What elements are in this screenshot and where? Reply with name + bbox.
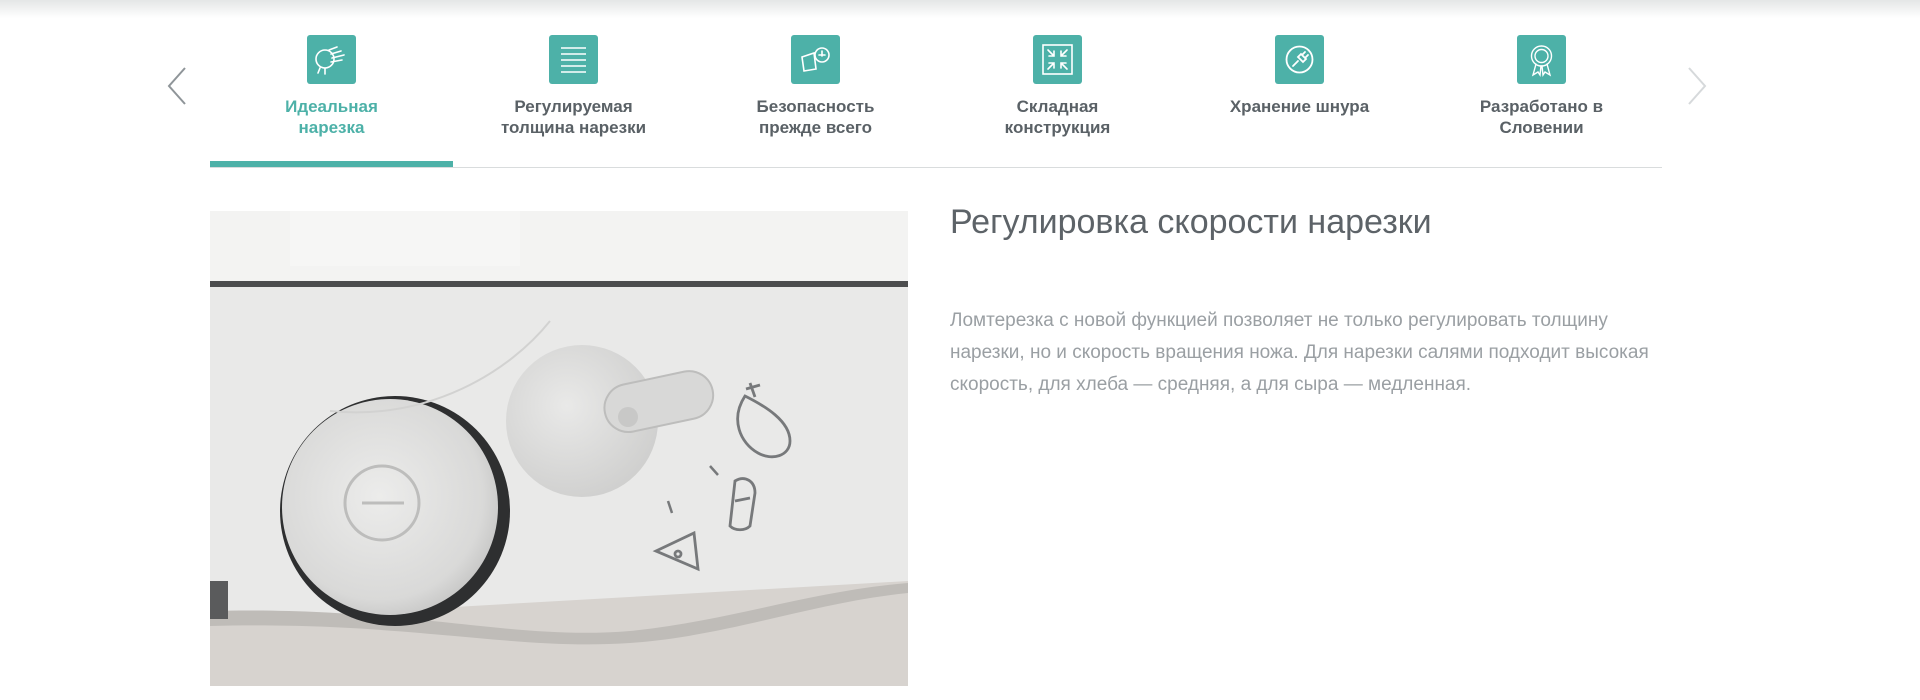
tab-foldable[interactable]: Складная конструкция — [936, 0, 1178, 168]
feature-tabs: Идеальная нарезка Регулируемая толщина н… — [210, 0, 1662, 168]
tabs-divider — [210, 167, 1662, 168]
tab-label: Разработано в Словении — [1479, 97, 1604, 137]
fold-icon — [1033, 35, 1082, 84]
carousel-next-button[interactable] — [1686, 66, 1708, 106]
tab-label: Идеальная нарезка — [285, 97, 378, 137]
tab-label: Безопасность прежде всего — [756, 97, 875, 137]
tab-perfect-slicing[interactable]: Идеальная нарезка — [210, 0, 453, 168]
section-heading: Регулировка скорости нарезки — [950, 203, 1432, 241]
hand-slicing-icon — [307, 35, 356, 84]
chevron-right-icon — [1686, 66, 1708, 106]
safety-icon — [791, 35, 840, 84]
tab-safety[interactable]: Безопасность прежде всего — [694, 0, 936, 168]
tab-adjustable-thickness[interactable]: Регулируемая толщина нарезки — [452, 0, 694, 168]
lines-icon — [549, 35, 598, 84]
tab-label: Хранение шнура — [1229, 97, 1370, 116]
eu-badge-icon — [1517, 35, 1566, 84]
tab-label: Регулируемая толщина нарезки — [500, 97, 647, 137]
tab-cord-storage[interactable]: Хранение шнура — [1178, 0, 1420, 168]
section-description: Ломтерезка с новой функцией позволяет не… — [950, 310, 1649, 395]
plug-icon — [1275, 35, 1324, 84]
carousel-prev-button[interactable] — [166, 66, 188, 106]
tab-label: Складная конструкция — [1004, 97, 1111, 137]
chevron-left-icon — [166, 66, 188, 106]
product-photo — [210, 211, 908, 686]
tab-made-in-slovenia[interactable]: Разработано в Словении — [1420, 0, 1662, 168]
